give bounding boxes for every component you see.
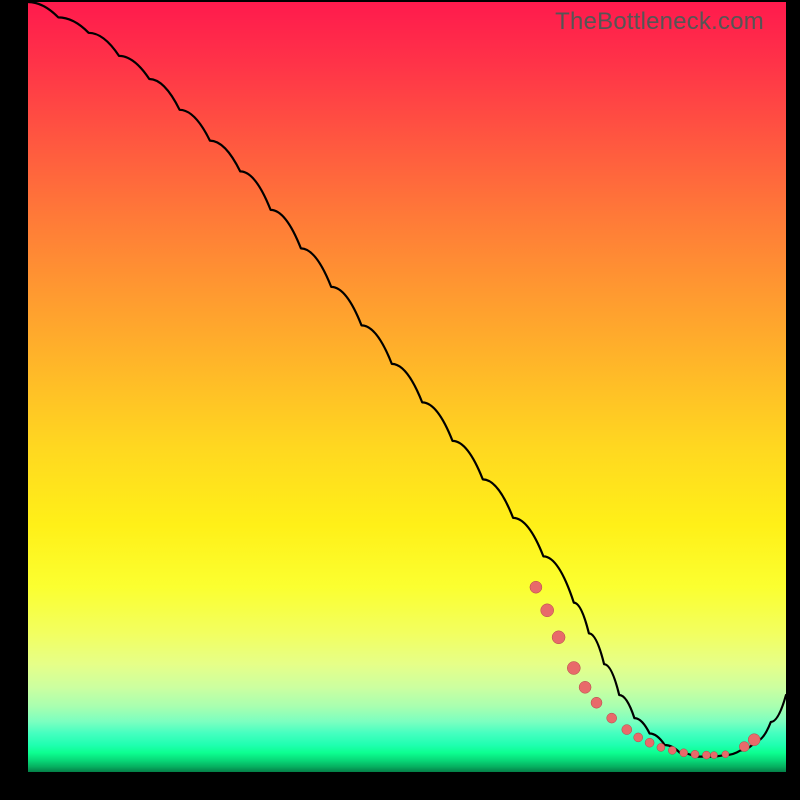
bottleneck-curve-line — [28, 2, 786, 757]
highlight-dot — [591, 697, 602, 708]
highlight-dots-group — [530, 581, 760, 759]
bottleneck-curve-svg — [28, 2, 786, 772]
highlight-dot — [657, 743, 665, 751]
highlight-dot — [645, 738, 654, 747]
highlight-dot — [541, 604, 554, 617]
highlight-dot — [668, 746, 676, 754]
highlight-dot — [607, 713, 617, 723]
highlight-dot — [634, 733, 643, 742]
highlight-dot — [680, 749, 688, 757]
chart-plot-area: TheBottleneck.com — [28, 2, 786, 772]
highlight-dot — [691, 750, 699, 758]
highlight-dot — [530, 581, 542, 593]
highlight-dot — [702, 751, 710, 759]
highlight-dot — [567, 662, 580, 675]
highlight-dot — [552, 631, 565, 644]
highlight-dot — [579, 681, 591, 693]
highlight-dot — [748, 734, 760, 746]
highlight-dot — [722, 751, 729, 758]
highlight-dot — [622, 725, 632, 735]
highlight-dot — [711, 752, 718, 759]
highlight-dot — [739, 742, 749, 752]
